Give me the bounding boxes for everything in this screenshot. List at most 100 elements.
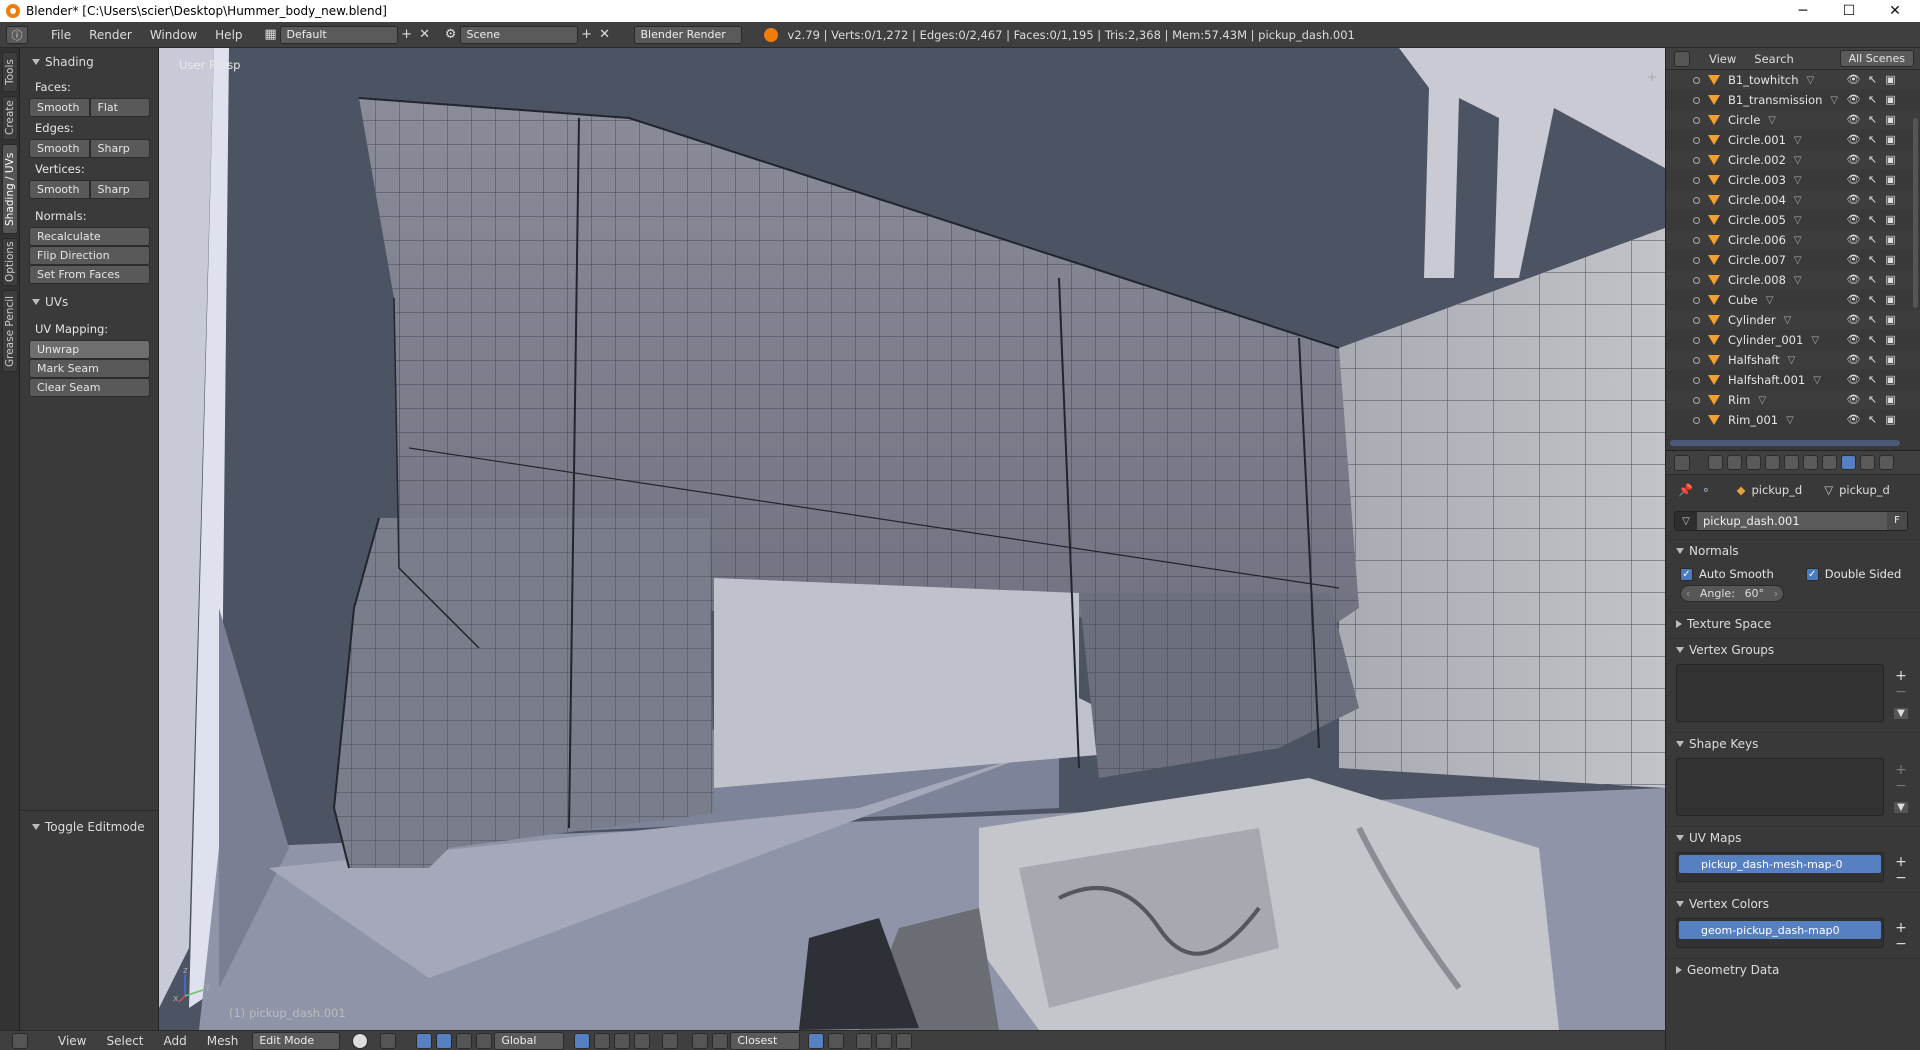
uv-maps-panel-header[interactable]: UV Maps	[1666, 826, 1920, 848]
selectability-cursor-icon[interactable]: ↖	[1866, 333, 1879, 346]
visibility-eye-icon[interactable]: 👁	[1847, 393, 1861, 406]
scene-field[interactable]: Scene	[459, 25, 578, 44]
menu-mesh[interactable]: Mesh	[197, 1034, 249, 1048]
outliner-item[interactable]: Circle.002 ▽ 👁 ↖ ▣	[1666, 150, 1920, 170]
outliner-item[interactable]: Circle.005 ▽ 👁 ↖ ▣	[1666, 210, 1920, 230]
outliner-item-name[interactable]: Cylinder	[1728, 313, 1776, 327]
faces-flat-button[interactable]: Flat	[89, 98, 150, 117]
mesh-data-icon[interactable]: ▽	[1794, 275, 1802, 286]
operator-panel-header[interactable]: Toggle Editmode	[20, 810, 159, 836]
selectability-cursor-icon[interactable]: ↖	[1866, 233, 1879, 246]
mesh-data-icon[interactable]: ▽	[1794, 155, 1802, 166]
outliner-item-name[interactable]: Circle	[1728, 113, 1760, 127]
editor-type-outliner-icon[interactable]	[1674, 50, 1690, 67]
set-from-faces-button[interactable]: Set From Faces	[29, 265, 150, 284]
tab-options[interactable]: Options	[2, 238, 18, 286]
outliner-h-scrollbar[interactable]	[1670, 440, 1900, 446]
mesh-data-icon[interactable]: ▽	[1794, 255, 1802, 266]
selectability-cursor-icon[interactable]: ↖	[1866, 353, 1879, 366]
outliner-item[interactable]: Circle.008 ▽ 👁 ↖ ▣	[1666, 270, 1920, 290]
outliner-item-name[interactable]: B1_transmission	[1728, 93, 1822, 107]
screen-layout-icon[interactable]: ▦	[262, 26, 280, 44]
edge-select-icon[interactable]	[594, 1032, 611, 1049]
unwrap-dropdown[interactable]: Unwrap	[29, 340, 150, 359]
edges-sharp-button[interactable]: Sharp	[89, 139, 150, 158]
scene-tab-icon[interactable]	[1746, 455, 1761, 470]
outliner-item[interactable]: Circle.003 ▽ 👁 ↖ ▣	[1666, 170, 1920, 190]
mesh-data-icon[interactable]: ▽	[1811, 335, 1819, 346]
scene-icon[interactable]: ⚙	[442, 26, 460, 44]
visibility-eye-icon[interactable]: 👁	[1847, 213, 1861, 226]
outliner-menu-view[interactable]: View	[1700, 52, 1745, 66]
visibility-eye-icon[interactable]: 👁	[1847, 133, 1861, 146]
mesh-data-icon[interactable]: ▽	[1794, 175, 1802, 186]
object-tab-icon[interactable]	[1784, 455, 1799, 470]
mesh-data-tab-icon[interactable]	[1841, 455, 1856, 470]
3d-viewport[interactable]: User Persp (1) pickup_dash.001 z y x +	[159, 48, 1665, 1030]
outliner-item-name[interactable]: Circle.006	[1728, 233, 1786, 247]
expand-icon[interactable]	[1693, 356, 1700, 364]
outliner-item[interactable]: Halfshaft.001 ▽ 👁 ↖ ▣	[1666, 370, 1920, 390]
visibility-eye-icon[interactable]: 👁	[1847, 173, 1861, 186]
expand-icon[interactable]	[1693, 116, 1700, 124]
mesh-data-icon[interactable]: ▽	[1768, 115, 1776, 126]
texture-space-panel-header[interactable]: Texture Space	[1666, 612, 1920, 634]
outliner-item-name[interactable]: Rim_001	[1728, 413, 1778, 427]
normals-panel-header[interactable]: Normals	[1666, 539, 1920, 561]
mesh-data-icon[interactable]: ▽	[1788, 355, 1796, 366]
expand-icon[interactable]	[1693, 196, 1700, 204]
selectability-cursor-icon[interactable]: ↖	[1866, 113, 1879, 126]
selectability-cursor-icon[interactable]: ↖	[1866, 293, 1879, 306]
mesh-data-icon[interactable]: ▽	[1807, 75, 1815, 86]
expand-icon[interactable]	[1693, 376, 1700, 384]
vertex-select-icon[interactable]	[574, 1032, 591, 1049]
mesh-name-field[interactable]: pickup_dash.001	[1697, 512, 1887, 530]
shape-key-specials-icon[interactable]: ▼	[1894, 802, 1908, 813]
renderability-camera-icon[interactable]: ▣	[1884, 173, 1897, 186]
expand-icon[interactable]	[1693, 96, 1700, 104]
menu-render[interactable]: Render	[80, 28, 141, 42]
menu-window[interactable]: Window	[141, 28, 206, 42]
visibility-eye-icon[interactable]: 👁	[1847, 413, 1861, 426]
renderability-camera-icon[interactable]: ▣	[1884, 133, 1897, 146]
world-tab-icon[interactable]	[1765, 455, 1780, 470]
outliner-item[interactable]: Rim_001 ▽ 👁 ↖ ▣	[1666, 410, 1920, 430]
outliner-item-name[interactable]: Cube	[1728, 293, 1758, 307]
recalculate-button[interactable]: Recalculate	[29, 227, 150, 246]
visibility-eye-icon[interactable]: 👁	[1847, 313, 1861, 326]
outliner-item-name[interactable]: Circle.003	[1728, 173, 1786, 187]
opengl-render-icon[interactable]	[856, 1032, 873, 1049]
render-layers-tab-icon[interactable]	[1727, 455, 1742, 470]
clear-seam-button[interactable]: Clear Seam	[29, 378, 150, 397]
renderability-camera-icon[interactable]: ▣	[1884, 393, 1897, 406]
expand-icon[interactable]	[1693, 336, 1700, 344]
decrement-arrow-icon[interactable]: ‹	[1686, 587, 1690, 600]
add-vertex-color-icon[interactable]: +	[1895, 920, 1907, 936]
mark-seam-button[interactable]: Mark Seam	[29, 359, 150, 378]
remove-uv-map-icon[interactable]: −	[1895, 870, 1907, 886]
remove-scene-icon[interactable]: ✕	[596, 26, 614, 44]
remove-layout-icon[interactable]: ✕	[416, 26, 434, 44]
visibility-eye-icon[interactable]: 👁	[1847, 333, 1861, 346]
expand-icon[interactable]	[1693, 256, 1700, 264]
visibility-eye-icon[interactable]: 👁	[1847, 113, 1861, 126]
outliner-scrollbar[interactable]	[1913, 118, 1918, 308]
add-vertex-group-icon[interactable]: +	[1895, 668, 1907, 684]
faces-smooth-button[interactable]: Smooth	[29, 98, 90, 117]
mesh-browse-icon[interactable]: ▽	[1675, 516, 1697, 527]
mesh-data-icon[interactable]: ▽	[1794, 195, 1802, 206]
mesh-data-icon[interactable]: ▽	[1786, 415, 1794, 426]
visibility-eye-icon[interactable]: 👁	[1847, 253, 1861, 266]
add-layout-icon[interactable]: +	[398, 26, 416, 44]
renderability-camera-icon[interactable]: ▣	[1884, 373, 1897, 386]
menu-select[interactable]: Select	[96, 1034, 153, 1048]
limit-selection-icon[interactable]	[634, 1032, 651, 1049]
renderability-camera-icon[interactable]: ▣	[1884, 253, 1897, 266]
material-tab-icon[interactable]	[1860, 455, 1875, 470]
transform-orientation-dropdown[interactable]: Global	[494, 1031, 565, 1050]
outliner-item-name[interactable]: Circle.005	[1728, 213, 1786, 227]
mesh-data-icon[interactable]: ▽	[1813, 375, 1821, 386]
visibility-eye-icon[interactable]: 👁	[1847, 353, 1861, 366]
visibility-eye-icon[interactable]: 👁	[1847, 193, 1861, 206]
edges-smooth-button[interactable]: Smooth	[29, 139, 90, 158]
